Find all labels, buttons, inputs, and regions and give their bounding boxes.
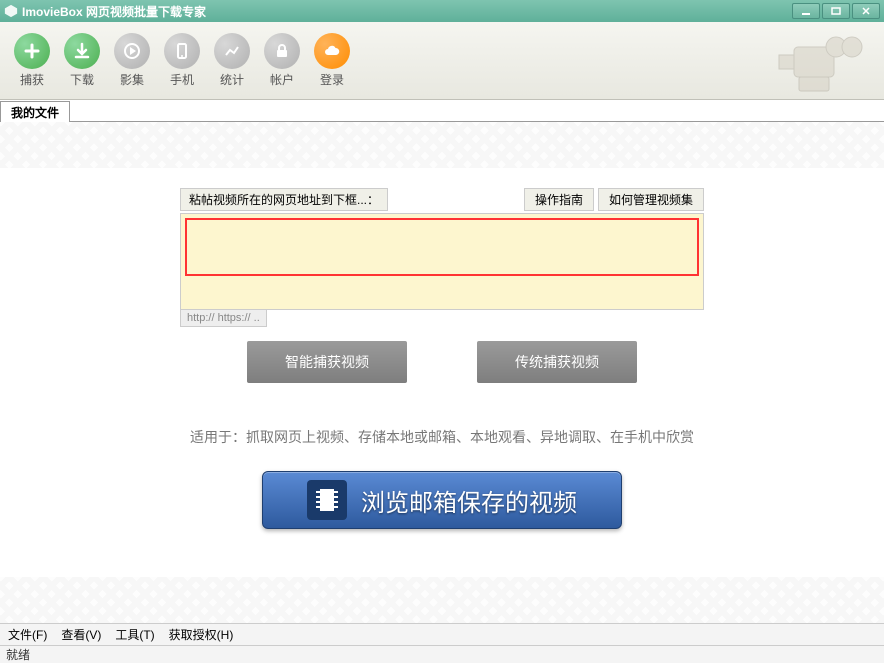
- close-button[interactable]: [852, 3, 880, 19]
- window-title: ImovieBox 网页视频批量下载专家: [22, 3, 792, 20]
- camera-decoration-icon: [744, 27, 864, 95]
- toolbar-label: 影集: [120, 71, 144, 88]
- toolbar-label: 帐户: [270, 71, 294, 88]
- status-text: 就绪: [6, 648, 30, 662]
- plus-icon: [14, 33, 50, 69]
- statusbar: 就绪: [0, 645, 884, 663]
- url-extra-space: [185, 281, 699, 305]
- toolbar-download[interactable]: 下载: [60, 29, 104, 92]
- browse-mail-videos-button[interactable]: 浏览邮箱保存的视频: [262, 471, 622, 529]
- url-protocol-hint: http:// https:// ..: [180, 310, 267, 327]
- chart-icon: [214, 33, 250, 69]
- maximize-button[interactable]: [822, 3, 850, 19]
- lock-icon: [264, 33, 300, 69]
- menu-tools[interactable]: 工具(T): [115, 626, 154, 643]
- traditional-capture-button[interactable]: 传统捕获视频: [477, 341, 637, 383]
- menu-view[interactable]: 查看(V): [61, 626, 101, 643]
- browse-button-label: 浏览邮箱保存的视频: [361, 483, 577, 518]
- minimize-button[interactable]: [792, 3, 820, 19]
- url-input[interactable]: [185, 218, 699, 276]
- content-area: 粘帖视频所在的网页地址到下框...： 操作指南 如何管理视频集 http:// …: [0, 122, 884, 623]
- toolbar-capture[interactable]: 捕获: [10, 29, 54, 92]
- toolbar-label: 登录: [320, 71, 344, 88]
- decoration-bottom: [0, 577, 884, 623]
- operation-guide-link[interactable]: 操作指南: [524, 188, 594, 211]
- play-icon: [114, 33, 150, 69]
- cloud-icon: [314, 33, 350, 69]
- menu-auth[interactable]: 获取授权(H): [169, 626, 234, 643]
- tabs-row: 我的文件: [0, 100, 884, 122]
- download-icon: [64, 33, 100, 69]
- toolbar-movieset[interactable]: 影集: [110, 29, 154, 92]
- film-icon: [307, 480, 347, 520]
- menu-file[interactable]: 文件(F): [8, 626, 47, 643]
- app-icon: [4, 4, 18, 18]
- toolbar-label: 统计: [220, 71, 244, 88]
- main-toolbar: 捕获 下载 影集 手机 统计 帐户 登录: [0, 22, 884, 100]
- applies-description: 适用于：抓取网页上视频、存储本地或邮箱、本地观看、异地调取、在手机中欣赏: [180, 427, 704, 447]
- toolbar-mobile[interactable]: 手机: [160, 29, 204, 92]
- phone-icon: [164, 33, 200, 69]
- decoration-top: [0, 122, 884, 168]
- tab-myfiles[interactable]: 我的文件: [0, 101, 70, 122]
- toolbar-stats[interactable]: 统计: [210, 29, 254, 92]
- menubar: 文件(F) 查看(V) 工具(T) 获取授权(H): [0, 623, 884, 645]
- toolbar-account[interactable]: 帐户: [260, 29, 304, 92]
- smart-capture-button[interactable]: 智能捕获视频: [247, 341, 407, 383]
- toolbar-label: 下载: [70, 71, 94, 88]
- url-paste-label: 粘帖视频所在的网页地址到下框...：: [180, 188, 388, 211]
- manage-videoset-link[interactable]: 如何管理视频集: [598, 188, 704, 211]
- toolbar-label: 手机: [170, 71, 194, 88]
- titlebar: ImovieBox 网页视频批量下载专家: [0, 0, 884, 22]
- toolbar-label: 捕获: [20, 71, 44, 88]
- toolbar-login[interactable]: 登录: [310, 29, 354, 92]
